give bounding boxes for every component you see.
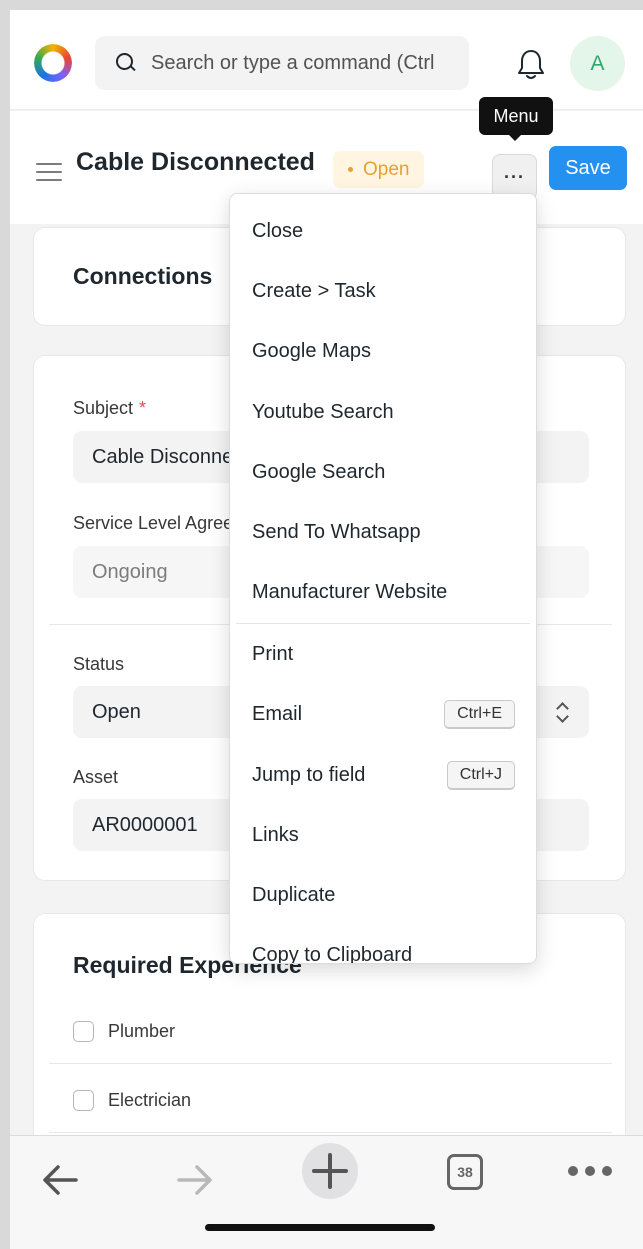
- menu-item-close[interactable]: Close: [230, 203, 536, 259]
- notification-bell-icon[interactable]: [516, 48, 546, 82]
- status-badge-label: Open: [363, 158, 410, 180]
- checkbox-plumber[interactable]: Plumber: [73, 1021, 175, 1042]
- subject-label-text: Subject: [73, 398, 134, 418]
- menu-item-jump-to-field[interactable]: Jump to field Ctrl+J: [230, 747, 536, 803]
- jump-shortcut-badge: Ctrl+J: [446, 761, 515, 790]
- subject-label: Subject *: [73, 398, 146, 419]
- required-marker: *: [139, 398, 147, 418]
- menu-item-google-search[interactable]: Google Search: [230, 444, 536, 500]
- browser-toolbar: 38: [10, 1135, 643, 1249]
- menu-item-copy-to-clipboard[interactable]: Copy to Clipboard: [230, 927, 536, 964]
- search-placeholder: Search or type a command (Ctrl: [151, 51, 435, 74]
- forward-arrow-icon[interactable]: [173, 1158, 217, 1202]
- search-icon: [115, 52, 137, 74]
- app-frame: Search or type a command (Ctrl A Cable D…: [10, 10, 643, 1249]
- menu-item-create-task[interactable]: Create > Task: [230, 263, 536, 319]
- connections-heading[interactable]: Connections: [73, 263, 212, 290]
- menu-item-google-maps[interactable]: Google Maps: [230, 323, 536, 379]
- menu-tooltip: Menu: [479, 97, 553, 141]
- menu-item-send-to-whatsapp[interactable]: Send To Whatsapp: [230, 504, 536, 560]
- app-logo[interactable]: [34, 44, 72, 82]
- email-shortcut-badge: Ctrl+E: [444, 700, 515, 729]
- checkbox-label: Electrician: [108, 1090, 192, 1110]
- sidebar-toggle-icon[interactable]: [36, 163, 62, 181]
- home-indicator: [205, 1224, 435, 1231]
- menu-separator: [236, 623, 530, 624]
- page-title: Cable Disconnected: [76, 148, 315, 176]
- status-label: Status: [73, 654, 125, 674]
- new-tab-button[interactable]: [302, 1143, 358, 1199]
- tab-count-button[interactable]: 38: [447, 1154, 483, 1190]
- back-arrow-icon[interactable]: [38, 1158, 82, 1202]
- menu-item-email-label: Email: [252, 702, 303, 725]
- chevron-up-down-icon: [555, 700, 569, 724]
- more-options-icon[interactable]: [568, 1166, 612, 1178]
- checkbox-box[interactable]: [73, 1021, 94, 1042]
- checkbox-label: Plumber: [108, 1021, 176, 1041]
- status-badge: Open: [333, 151, 425, 188]
- save-button[interactable]: Save: [549, 146, 627, 190]
- menu-item-links[interactable]: Links: [230, 807, 536, 863]
- row-divider: [49, 1063, 612, 1064]
- status-dot-icon: [348, 167, 353, 172]
- menu-item-print[interactable]: Print: [230, 626, 536, 682]
- menu-item-duplicate[interactable]: Duplicate: [230, 867, 536, 923]
- row-divider: [49, 1132, 612, 1133]
- menu-item-email[interactable]: Email Ctrl+E: [230, 686, 536, 742]
- checkbox-electrician[interactable]: Electrician: [73, 1090, 191, 1111]
- plus-icon: [312, 1153, 348, 1189]
- top-navbar: Search or type a command (Ctrl A: [10, 10, 643, 110]
- status-select-value: Open: [92, 700, 141, 723]
- asset-label: Asset: [73, 767, 119, 787]
- search-bar[interactable]: Search or type a command (Ctrl: [95, 36, 469, 90]
- menu-item-jump-label: Jump to field: [252, 763, 366, 786]
- checkbox-box[interactable]: [73, 1090, 94, 1111]
- menu-item-youtube-search[interactable]: Youtube Search: [230, 384, 536, 440]
- actions-dropdown-menu: Close Create > Task Google Maps Youtube …: [229, 193, 537, 964]
- menu-item-manufacturer-website[interactable]: Manufacturer Website: [230, 564, 536, 620]
- user-avatar[interactable]: A: [570, 36, 625, 91]
